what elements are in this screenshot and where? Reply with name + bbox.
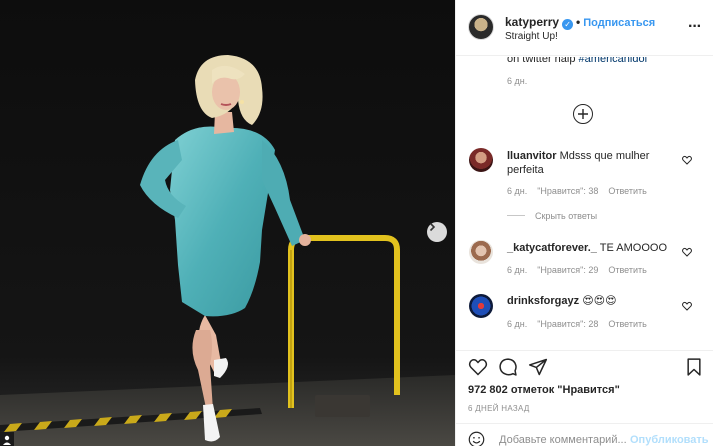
comment-avatar[interactable] <box>469 240 493 264</box>
comment-text: 😍😍😍 <box>582 295 617 307</box>
replies-divider <box>507 215 525 216</box>
corner-badge <box>0 432 14 446</box>
load-more-comments-button[interactable] <box>573 104 593 124</box>
comment-body: drinksforgayz 😍😍😍 <box>507 294 617 308</box>
caption-hashtag[interactable]: #americanidol <box>579 57 647 65</box>
comment-like-count[interactable]: "Нравится": 38 <box>537 186 598 196</box>
post-sidebar: katyperry ✓ • Подписаться Straight Up! ··· … <box>455 0 713 446</box>
photo-illustration <box>0 0 455 446</box>
comment-age: 6 дн. <box>507 265 528 275</box>
caption-text: on twitter halp #americanidol <box>507 57 647 65</box>
comment-like-count[interactable]: "Нравится": 29 <box>537 265 598 275</box>
caption-body: on twitter halp <box>507 57 579 65</box>
comments-list[interactable]: on twitter halp #americanidol 6 дн. llua… <box>456 57 713 350</box>
follow-button[interactable]: Подписаться <box>583 17 655 29</box>
comment-avatar[interactable] <box>469 294 493 318</box>
comment-like-heart-icon[interactable] <box>682 301 692 311</box>
post-header: katyperry ✓ • Подписаться Straight Up! ··· <box>456 0 713 56</box>
comment-body: _katycatforever._ TE AMOOOO <box>507 241 667 255</box>
post-timestamp: 6 ДНЕЙ НАЗАД <box>468 404 530 413</box>
comment-reply-button[interactable]: Ответить <box>608 186 646 196</box>
add-comment-input[interactable] <box>499 434 629 446</box>
like-heart-icon[interactable] <box>468 357 488 377</box>
post-subtitle: Straight Up! <box>505 31 558 42</box>
post-photo[interactable] <box>0 0 455 446</box>
user-silhouette-icon <box>3 435 11 445</box>
comment-username[interactable]: lluanvitor <box>507 150 557 162</box>
comment-bubble-icon[interactable] <box>498 357 518 377</box>
publish-button[interactable]: Опубликовать <box>630 434 709 446</box>
author-avatar[interactable] <box>468 14 494 40</box>
chevron-right-icon <box>429 222 436 232</box>
comment-text: Mdsss que mulher <box>559 150 650 162</box>
like-count[interactable]: 972 802 отметок "Нравится" <box>468 384 620 396</box>
share-send-icon[interactable] <box>528 357 548 377</box>
caption-age: 6 дн. <box>507 76 528 86</box>
verified-badge-icon: ✓ <box>562 19 574 30</box>
more-options-icon[interactable]: ··· <box>688 18 702 36</box>
comment-age: 6 дн. <box>507 319 528 329</box>
plus-icon <box>578 109 588 119</box>
comment-text: TE AMOOOO <box>599 242 667 254</box>
comment-avatar[interactable] <box>469 148 493 172</box>
comment-meta: 6 дн. "Нравится": 29 Ответить <box>507 265 657 275</box>
post-actions: 972 802 отметок "Нравится" 6 ДНЕЙ НАЗАД … <box>456 350 713 446</box>
comment-reply-button[interactable]: Ответить <box>608 319 646 329</box>
comment-text-line2: perfeita <box>507 164 544 176</box>
hide-replies-label: Скрыть ответы <box>535 211 598 221</box>
hide-replies-button[interactable]: Скрыть ответы <box>507 211 597 221</box>
comment-username[interactable]: drinksforgayz <box>507 295 579 307</box>
next-photo-button[interactable] <box>427 222 447 242</box>
comment-body: lluanvitor Mdsss que mulher perfeita <box>507 149 649 177</box>
comment-like-heart-icon[interactable] <box>682 247 692 257</box>
separator-dot: • <box>576 15 581 29</box>
comment-age: 6 дн. <box>507 186 528 196</box>
comment-username[interactable]: _katycatforever._ <box>507 242 597 254</box>
emoji-icon[interactable] <box>468 431 485 446</box>
comment-like-heart-icon[interactable] <box>682 155 692 165</box>
bookmark-icon[interactable] <box>684 357 704 377</box>
author-line: katyperry ✓ • Подписаться <box>505 15 655 30</box>
comment-reply-button[interactable]: Ответить <box>608 265 646 275</box>
add-comment-bar: Опубликовать <box>456 423 713 446</box>
comment-like-count[interactable]: "Нравится": 28 <box>537 319 598 329</box>
author-username[interactable]: katyperry <box>505 15 559 29</box>
comment-meta: 6 дн. "Нравится": 38 Ответить <box>507 186 657 196</box>
comment-meta: 6 дн. "Нравится": 28 Ответить <box>507 319 657 329</box>
